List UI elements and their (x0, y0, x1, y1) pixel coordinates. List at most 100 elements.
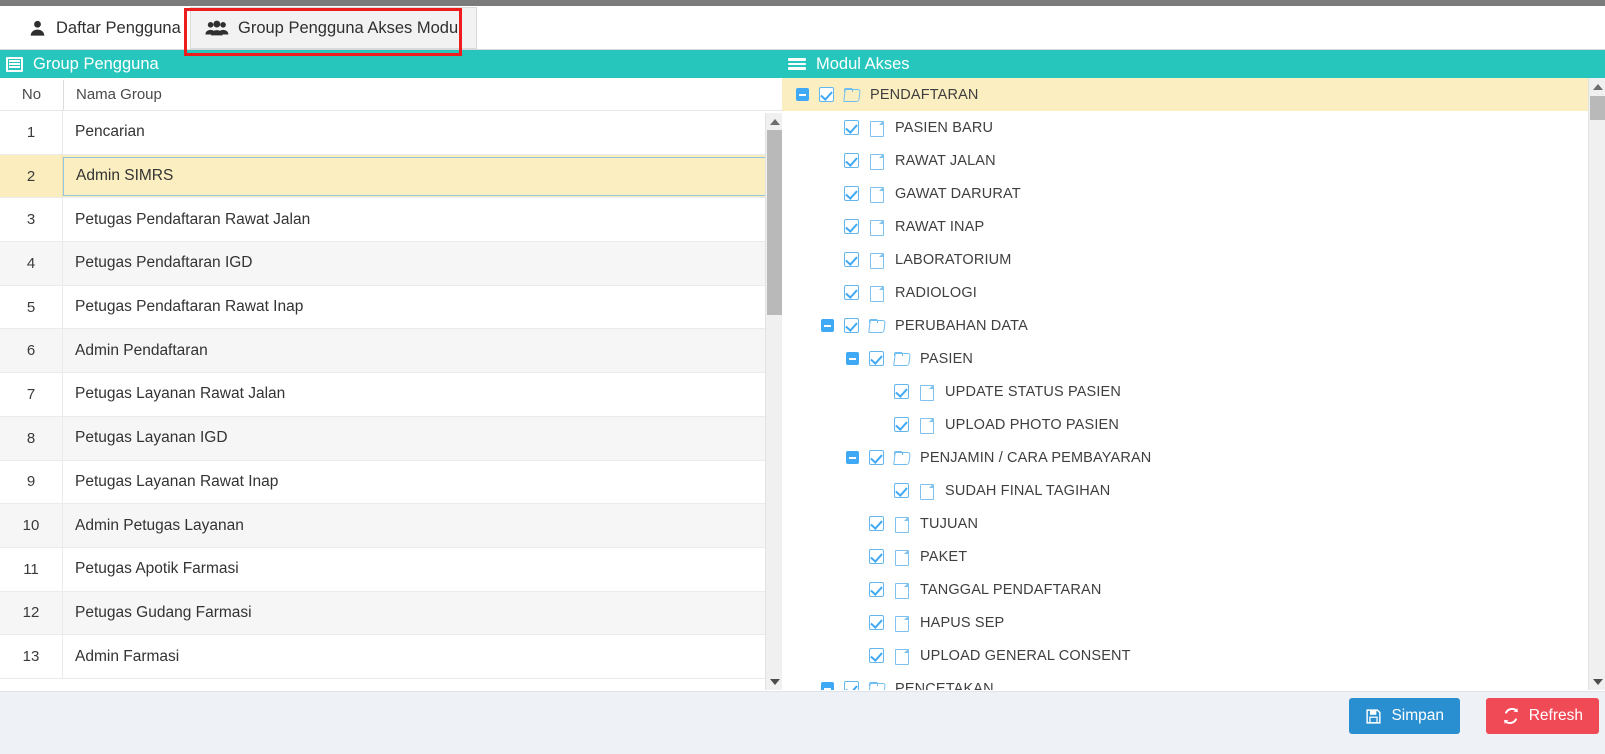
row-nama-group[interactable]: Petugas Layanan IGD (63, 417, 786, 460)
tree-node[interactable]: RAWAT INAP (782, 210, 1588, 243)
row-nama-group[interactable]: Petugas Layanan Rawat Jalan (63, 373, 786, 416)
table-row[interactable]: 2 Admin SIMRS (0, 154, 786, 199)
tree-toggle-placeholder (871, 385, 884, 398)
table-row[interactable]: 12 Petugas Gudang Farmasi (0, 591, 786, 636)
tree-node-checkbox[interactable] (844, 681, 859, 690)
tree-node-label: PASIEN BARU (895, 119, 994, 136)
row-nama-group[interactable]: Petugas Pendaftaran IGD (63, 242, 786, 285)
table-row[interactable]: 1 Pencarian (0, 111, 786, 155)
file-icon (869, 153, 884, 170)
tree-node-checkbox[interactable] (894, 417, 909, 432)
row-nama-group[interactable]: Admin Petugas Layanan (63, 504, 786, 547)
tree-node[interactable]: UPDATE STATUS PASIEN (782, 375, 1588, 408)
tab-daftar-pengguna[interactable]: Daftar Pengguna (14, 6, 195, 50)
row-nama-group[interactable]: Admin Farmasi (63, 635, 786, 678)
row-number: 12 (0, 591, 63, 635)
tree-toggle-placeholder (846, 550, 859, 563)
tree-node[interactable]: RADIOLOGI (782, 276, 1588, 309)
collapse-minus-icon[interactable] (846, 451, 859, 464)
tree-node-checkbox[interactable] (844, 219, 859, 234)
folder-open-icon (869, 318, 884, 333)
tree-node-checkbox[interactable] (869, 351, 884, 366)
tree-node-checkbox[interactable] (869, 582, 884, 597)
tree-node[interactable]: GAWAT DARURAT (782, 177, 1588, 210)
table-row[interactable]: 6 Admin Pendaftaran (0, 329, 786, 374)
refresh-button[interactable]: Refresh (1485, 698, 1599, 734)
grid-body: 1 Pencarian 2 Admin SIMRS 3 Petugas Pendaftar… (0, 111, 786, 690)
table-row[interactable]: 3 Petugas Pendaftaran Rawat Jalan (0, 198, 786, 243)
table-row[interactable]: 9 Petugas Layanan Rawat Inap (0, 460, 786, 505)
tree-node-checkbox[interactable] (819, 87, 834, 102)
tree-node[interactable]: PASIEN (782, 342, 1588, 375)
row-nama-group[interactable]: Petugas Gudang Farmasi (63, 592, 786, 635)
tree-node[interactable]: TANGGAL PENDAFTARAN (782, 573, 1588, 606)
table-row[interactable]: 8 Petugas Layanan IGD (0, 416, 786, 461)
scrollbar-thumb[interactable] (1590, 96, 1605, 120)
tree-node-label: PENDAFTARAN (870, 86, 979, 103)
users-group-icon (205, 19, 229, 38)
collapse-minus-icon[interactable] (846, 352, 859, 365)
tree-node[interactable]: PENJAMIN / CARA PEMBAYARAN (782, 441, 1588, 474)
tree-node[interactable]: LABORATORIUM (782, 243, 1588, 276)
tree-node[interactable]: PENCETAKAN (782, 672, 1588, 690)
tree-node[interactable]: PAKET (782, 540, 1588, 573)
tree-node[interactable]: HAPUS SEP (782, 606, 1588, 639)
collapse-minus-icon[interactable] (796, 88, 809, 101)
tree-node-checkbox[interactable] (894, 384, 909, 399)
collapse-minus-icon[interactable] (821, 319, 834, 332)
row-nama-group[interactable]: Petugas Pendaftaran Rawat Jalan (63, 198, 786, 241)
left-grid-scrollbar[interactable] (765, 113, 783, 690)
table-row[interactable]: 5 Petugas Pendaftaran Rawat Inap (0, 285, 786, 330)
tree-node-checkbox[interactable] (869, 516, 884, 531)
table-row[interactable]: 13 Admin Farmasi (0, 635, 786, 679)
tree-node[interactable]: UPLOAD GENERAL CONSENT (782, 639, 1588, 672)
row-nama-group[interactable]: Pencarian (63, 111, 786, 154)
row-nama-group[interactable]: Petugas Layanan Rawat Inap (63, 461, 786, 504)
tree-scrollbar[interactable] (1588, 78, 1605, 690)
column-header-no[interactable]: No (0, 78, 63, 111)
tree-node-checkbox[interactable] (869, 615, 884, 630)
tree-node-checkbox[interactable] (844, 186, 859, 201)
tree-node-checkbox[interactable] (844, 252, 859, 267)
save-button[interactable]: Simpan (1349, 698, 1460, 734)
tree-node[interactable]: PENDAFTARAN (782, 78, 1588, 111)
scroll-up-button[interactable] (766, 113, 783, 130)
collapse-minus-icon[interactable] (821, 682, 834, 690)
tree-node[interactable]: PERUBAHAN DATA (782, 309, 1588, 342)
chevron-down-icon (1592, 678, 1603, 685)
tree-node-checkbox[interactable] (869, 450, 884, 465)
file-icon (869, 219, 884, 236)
row-number: 3 (0, 198, 63, 242)
tree-node-checkbox[interactable] (844, 120, 859, 135)
row-nama-group[interactable]: Petugas Pendaftaran Rawat Inap (63, 286, 786, 329)
scroll-up-button[interactable] (1589, 78, 1605, 95)
tree-node[interactable]: TUJUAN (782, 507, 1588, 540)
tree-node-checkbox[interactable] (869, 648, 884, 663)
tree-node[interactable]: RAWAT JALAN (782, 144, 1588, 177)
table-row[interactable]: 7 Petugas Layanan Rawat Jalan (0, 373, 786, 417)
tree-node-checkbox[interactable] (844, 318, 859, 333)
tree-node[interactable]: PASIEN BARU (782, 111, 1588, 144)
scroll-down-button[interactable] (1589, 673, 1605, 690)
column-header-nama-group[interactable]: Nama Group (64, 78, 162, 111)
file-icon (869, 186, 884, 203)
tree-node-checkbox[interactable] (844, 285, 859, 300)
tree-node-checkbox[interactable] (894, 483, 909, 498)
tree-node-checkbox[interactable] (844, 153, 859, 168)
tree-node-checkbox[interactable] (869, 549, 884, 564)
table-row[interactable]: 4 Petugas Pendaftaran IGD (0, 242, 786, 286)
folder-open-icon (894, 450, 909, 465)
tree-node-label: PASIEN (920, 350, 974, 367)
file-icon (869, 120, 884, 137)
row-nama-group[interactable]: Admin Pendaftaran (63, 329, 786, 372)
scrollbar-thumb[interactable] (767, 130, 782, 315)
row-nama-group[interactable]: Petugas Apotik Farmasi (63, 548, 786, 591)
row-nama-group[interactable]: Admin SIMRS (63, 156, 785, 196)
table-row[interactable]: 10 Admin Petugas Layanan (0, 504, 786, 548)
tree-node[interactable]: SUDAH FINAL TAGIHAN (782, 474, 1588, 507)
table-row[interactable]: 11 Petugas Apotik Farmasi (0, 547, 786, 592)
scroll-down-button[interactable] (766, 673, 783, 690)
tree-node[interactable]: UPLOAD PHOTO PASIEN (782, 408, 1588, 441)
tab-group-pengguna-akses-modul[interactable]: Group Pengguna Akses Modul (190, 7, 477, 49)
refresh-button-label: Refresh (1528, 707, 1583, 724)
